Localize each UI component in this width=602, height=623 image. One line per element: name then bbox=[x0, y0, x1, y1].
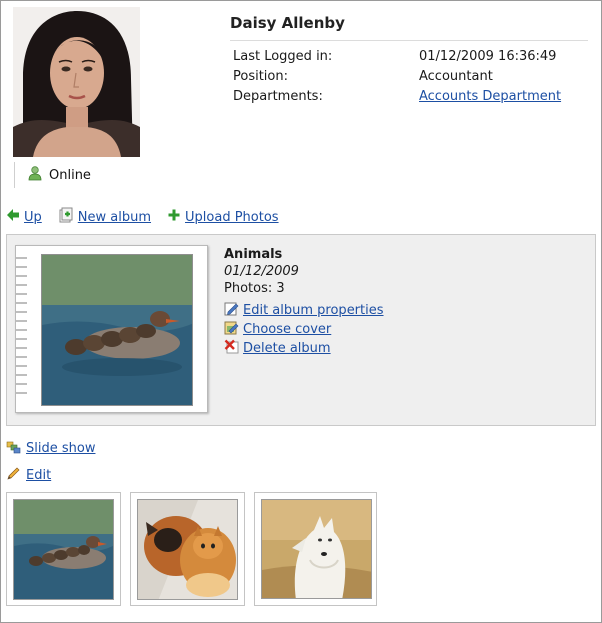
slideshow-button[interactable]: Slide show bbox=[6, 439, 95, 458]
album-panel: Animals 01/12/2009 Photos: 3 Edit album … bbox=[6, 234, 596, 426]
delete-album-action[interactable]: Delete album bbox=[224, 339, 384, 358]
album-photo-count: Photos: 3 bbox=[224, 281, 285, 296]
user-online-icon bbox=[27, 165, 43, 185]
choose-cover-action[interactable]: Choose cover bbox=[224, 320, 384, 339]
user-name: Daisy Allenby bbox=[230, 14, 345, 32]
up-button[interactable]: Up bbox=[6, 208, 42, 226]
departments-label: Departments: bbox=[233, 89, 323, 104]
photo-thumbnail[interactable] bbox=[130, 492, 245, 606]
album-toolbar: Up New album Upload Photos bbox=[6, 207, 295, 227]
album-cover-image[interactable] bbox=[41, 254, 193, 406]
edit-button[interactable]: Edit bbox=[6, 466, 51, 485]
album-date: 01/12/2009 bbox=[224, 264, 299, 279]
photo-white-wolf[interactable] bbox=[261, 499, 372, 599]
left-arrow-icon bbox=[6, 208, 20, 226]
photo-dog-and-cat[interactable] bbox=[137, 499, 238, 600]
new-album-button[interactable]: New album bbox=[58, 207, 151, 227]
spiral-binding bbox=[16, 257, 27, 394]
divider bbox=[230, 40, 588, 41]
position-label: Position: bbox=[233, 69, 288, 84]
new-album-icon bbox=[58, 207, 74, 227]
edit-properties-icon bbox=[224, 301, 239, 320]
status-label: Online bbox=[49, 167, 91, 183]
edit-album-properties-action[interactable]: Edit album properties bbox=[224, 301, 384, 320]
plus-icon bbox=[167, 208, 181, 226]
album-actions: Edit album properties Choose cover Delet… bbox=[224, 301, 384, 358]
choose-cover-link[interactable]: Choose cover bbox=[243, 322, 331, 337]
pencil-icon bbox=[6, 466, 21, 485]
last-login-value: 01/12/2009 16:36:49 bbox=[419, 49, 557, 64]
edit-link[interactable]: Edit bbox=[26, 468, 51, 483]
edit-album-properties-link[interactable]: Edit album properties bbox=[243, 303, 384, 318]
album-title: Animals bbox=[224, 247, 283, 262]
album-info: Animals 01/12/2009 Photos: 3 Edit album … bbox=[224, 246, 384, 358]
photo-ducks[interactable] bbox=[13, 499, 114, 600]
position-value: Accountant bbox=[419, 69, 493, 84]
upload-photos-button[interactable]: Upload Photos bbox=[167, 208, 279, 226]
choose-cover-icon bbox=[224, 320, 239, 339]
delete-icon bbox=[224, 339, 239, 358]
photo-thumbnail[interactable] bbox=[254, 492, 377, 606]
slideshow-icon bbox=[6, 439, 21, 458]
last-login-label: Last Logged in: bbox=[233, 49, 333, 64]
upload-photos-link[interactable]: Upload Photos bbox=[185, 210, 279, 225]
online-status: Online bbox=[14, 162, 91, 188]
up-link[interactable]: Up bbox=[24, 210, 42, 225]
department-link[interactable]: Accounts Department bbox=[419, 89, 561, 104]
profile-avatar bbox=[13, 7, 140, 157]
delete-album-link[interactable]: Delete album bbox=[243, 341, 331, 356]
photo-thumbnail[interactable] bbox=[6, 492, 121, 606]
slideshow-link[interactable]: Slide show bbox=[26, 441, 95, 456]
album-cover-card[interactable] bbox=[15, 245, 208, 413]
new-album-link[interactable]: New album bbox=[78, 210, 151, 225]
